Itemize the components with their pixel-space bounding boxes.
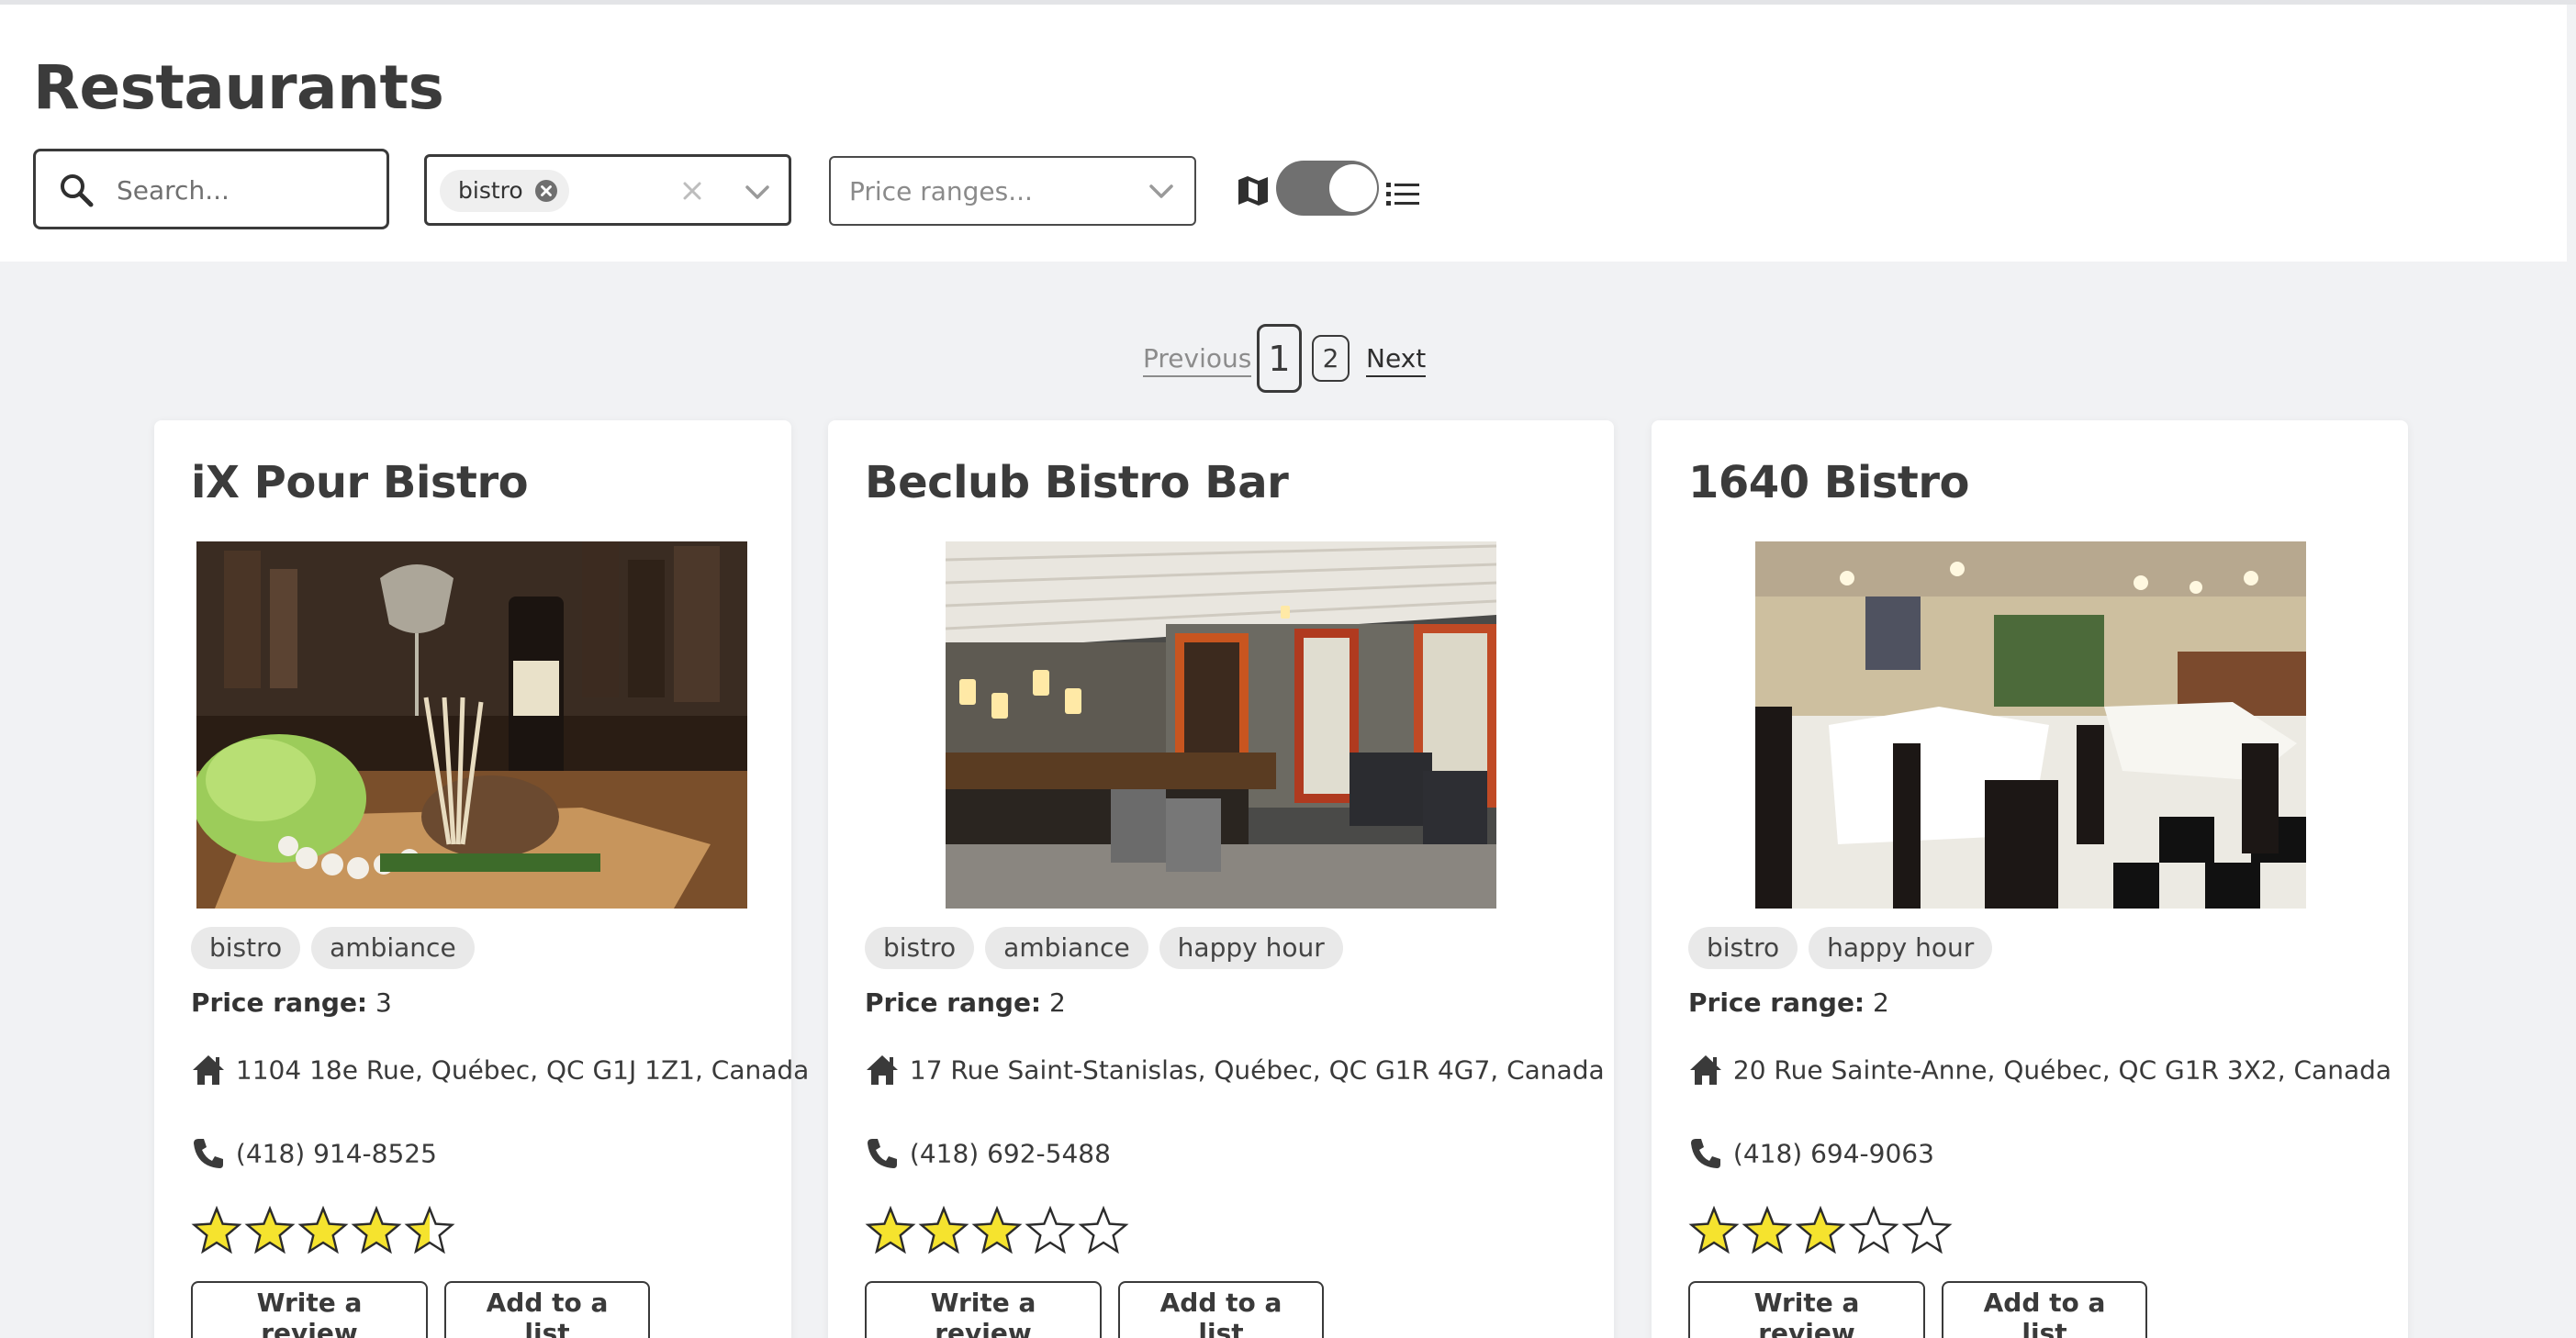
star-filled-icon	[971, 1206, 1023, 1254]
page-2-button[interactable]: 2	[1312, 335, 1350, 382]
home-icon	[193, 1055, 224, 1085]
restaurant-photo[interactable]	[1755, 541, 2306, 909]
address-text: 17 Rue Saint-Stanislas, Québec, QC G1R 4…	[909, 1054, 1605, 1086]
list-view-icon[interactable]	[1384, 179, 1421, 210]
phone-text: (418) 914-8525	[235, 1138, 437, 1169]
tag[interactable]: bistro	[1688, 927, 1798, 969]
price-range-value: 3	[375, 987, 392, 1018]
price-range-value: 2	[1873, 987, 1889, 1018]
tag[interactable]: happy hour	[1159, 927, 1343, 969]
tag-list: bistro ambiance	[191, 927, 486, 969]
star-filled-icon	[351, 1206, 402, 1254]
restaurant-card: 1640 Bistro bistro happy hour Price rang…	[1652, 420, 2408, 1338]
price-range-select[interactable]: Price ranges...	[829, 156, 1196, 226]
address: 20 Rue Sainte-Anne, Québec, QC G1R 3X2, …	[1688, 1054, 2391, 1087]
price-range: Price range: 2	[865, 987, 1066, 1018]
add-to-list-button[interactable]: Add to a list	[444, 1281, 650, 1338]
tag-list: bistro ambiance happy hour	[865, 927, 1354, 969]
star-empty-icon	[1901, 1206, 1953, 1254]
star-empty-icon	[1848, 1206, 1899, 1254]
star-filled-icon	[1688, 1206, 1740, 1254]
tag[interactable]: happy hour	[1809, 927, 1993, 969]
toggle-knob	[1329, 164, 1377, 212]
address: 17 Rue Saint-Stanislas, Québec, QC G1R 4…	[865, 1054, 1605, 1087]
remove-tag-icon[interactable]	[534, 179, 558, 203]
price-range-label: Price range:	[191, 987, 368, 1018]
add-to-list-button[interactable]: Add to a list	[1942, 1281, 2147, 1338]
price-range: Price range: 2	[1688, 987, 1889, 1018]
phone: (418) 692-5488	[865, 1136, 1111, 1171]
phone: (418) 914-8525	[191, 1136, 437, 1171]
phone-icon	[194, 1139, 223, 1168]
phone-text: (418) 694-9063	[1732, 1138, 1934, 1169]
home-icon	[867, 1055, 898, 1085]
restaurant-name: 1640 Bistro	[1688, 457, 1970, 508]
star-filled-icon	[297, 1206, 349, 1254]
phone-icon	[868, 1139, 897, 1168]
clear-selection-icon[interactable]	[680, 179, 704, 203]
pagination: Previous 1 2 Next	[0, 321, 2576, 395]
star-filled-icon	[918, 1206, 969, 1254]
restaurant-photo[interactable]	[196, 541, 747, 909]
star-filled-icon	[1795, 1206, 1846, 1254]
write-review-button[interactable]: Write a review	[1688, 1281, 1925, 1338]
chevron-down-icon[interactable]	[1148, 182, 1174, 200]
write-review-button[interactable]: Write a review	[865, 1281, 1102, 1338]
map-icon[interactable]	[1236, 173, 1271, 208]
search-input[interactable]	[117, 168, 374, 212]
star-filled-icon	[244, 1206, 296, 1254]
restaurant-card: Beclub Bistro Bar bistro ambiance happy …	[828, 420, 1614, 1338]
page-title: Restaurants	[33, 52, 444, 123]
price-range-label: Price range:	[865, 987, 1042, 1018]
address-text: 20 Rue Sainte-Anne, Québec, QC G1R 3X2, …	[1732, 1054, 2392, 1086]
tag[interactable]: ambiance	[311, 927, 475, 969]
star-rating	[1688, 1206, 1954, 1259]
star-filled-icon	[865, 1206, 916, 1254]
restaurant-name: iX Pour Bistro	[191, 457, 529, 508]
phone-text: (418) 692-5488	[909, 1138, 1111, 1169]
search-box[interactable]	[33, 149, 389, 229]
star-rating	[191, 1206, 457, 1259]
selected-tag-label: bistro	[458, 177, 523, 204]
home-icon	[1690, 1055, 1721, 1085]
selected-tag-chip: bistro	[440, 170, 569, 212]
filter-header: Restaurants bistro Price ranges...	[0, 5, 2567, 262]
page-1-button[interactable]: 1	[1257, 324, 1302, 393]
star-empty-icon	[1078, 1206, 1129, 1254]
star-empty-icon	[1025, 1206, 1076, 1254]
address-text: 1104 18e Rue, Québec, QC G1J 1Z1, Canada	[235, 1054, 810, 1086]
restaurant-card: iX Pour Bistro bistro ambiance Price ran…	[154, 420, 809, 1338]
star-rating	[865, 1206, 1131, 1259]
phone: (418) 694-9063	[1688, 1136, 1934, 1171]
price-range-placeholder: Price ranges...	[849, 176, 1033, 206]
tag-filter-select[interactable]: bistro	[424, 154, 791, 226]
price-range: Price range: 3	[191, 987, 392, 1018]
address: 1104 18e Rue, Québec, QC G1J 1Z1, Canada	[191, 1054, 809, 1087]
price-range-value: 2	[1049, 987, 1066, 1018]
write-review-button[interactable]: Write a review	[191, 1281, 428, 1338]
restaurant-photo[interactable]	[946, 541, 1496, 909]
tag[interactable]: ambiance	[985, 927, 1148, 969]
chevron-down-icon[interactable]	[745, 183, 770, 201]
phone-icon	[1691, 1139, 1720, 1168]
tag[interactable]: bistro	[191, 927, 301, 969]
restaurant-name: Beclub Bistro Bar	[865, 457, 1289, 508]
price-range-label: Price range:	[1688, 987, 1865, 1018]
map-list-view-toggle[interactable]	[1276, 161, 1379, 216]
tag-list: bistro happy hour	[1688, 927, 2003, 969]
star-half-icon	[404, 1206, 455, 1254]
star-filled-icon	[1742, 1206, 1793, 1254]
previous-page-link[interactable]: Previous	[1143, 343, 1252, 377]
search-icon	[61, 174, 94, 207]
next-page-link[interactable]: Next	[1366, 343, 1427, 377]
add-to-list-button[interactable]: Add to a list	[1118, 1281, 1324, 1338]
star-filled-icon	[191, 1206, 242, 1254]
tag[interactable]: bistro	[865, 927, 975, 969]
